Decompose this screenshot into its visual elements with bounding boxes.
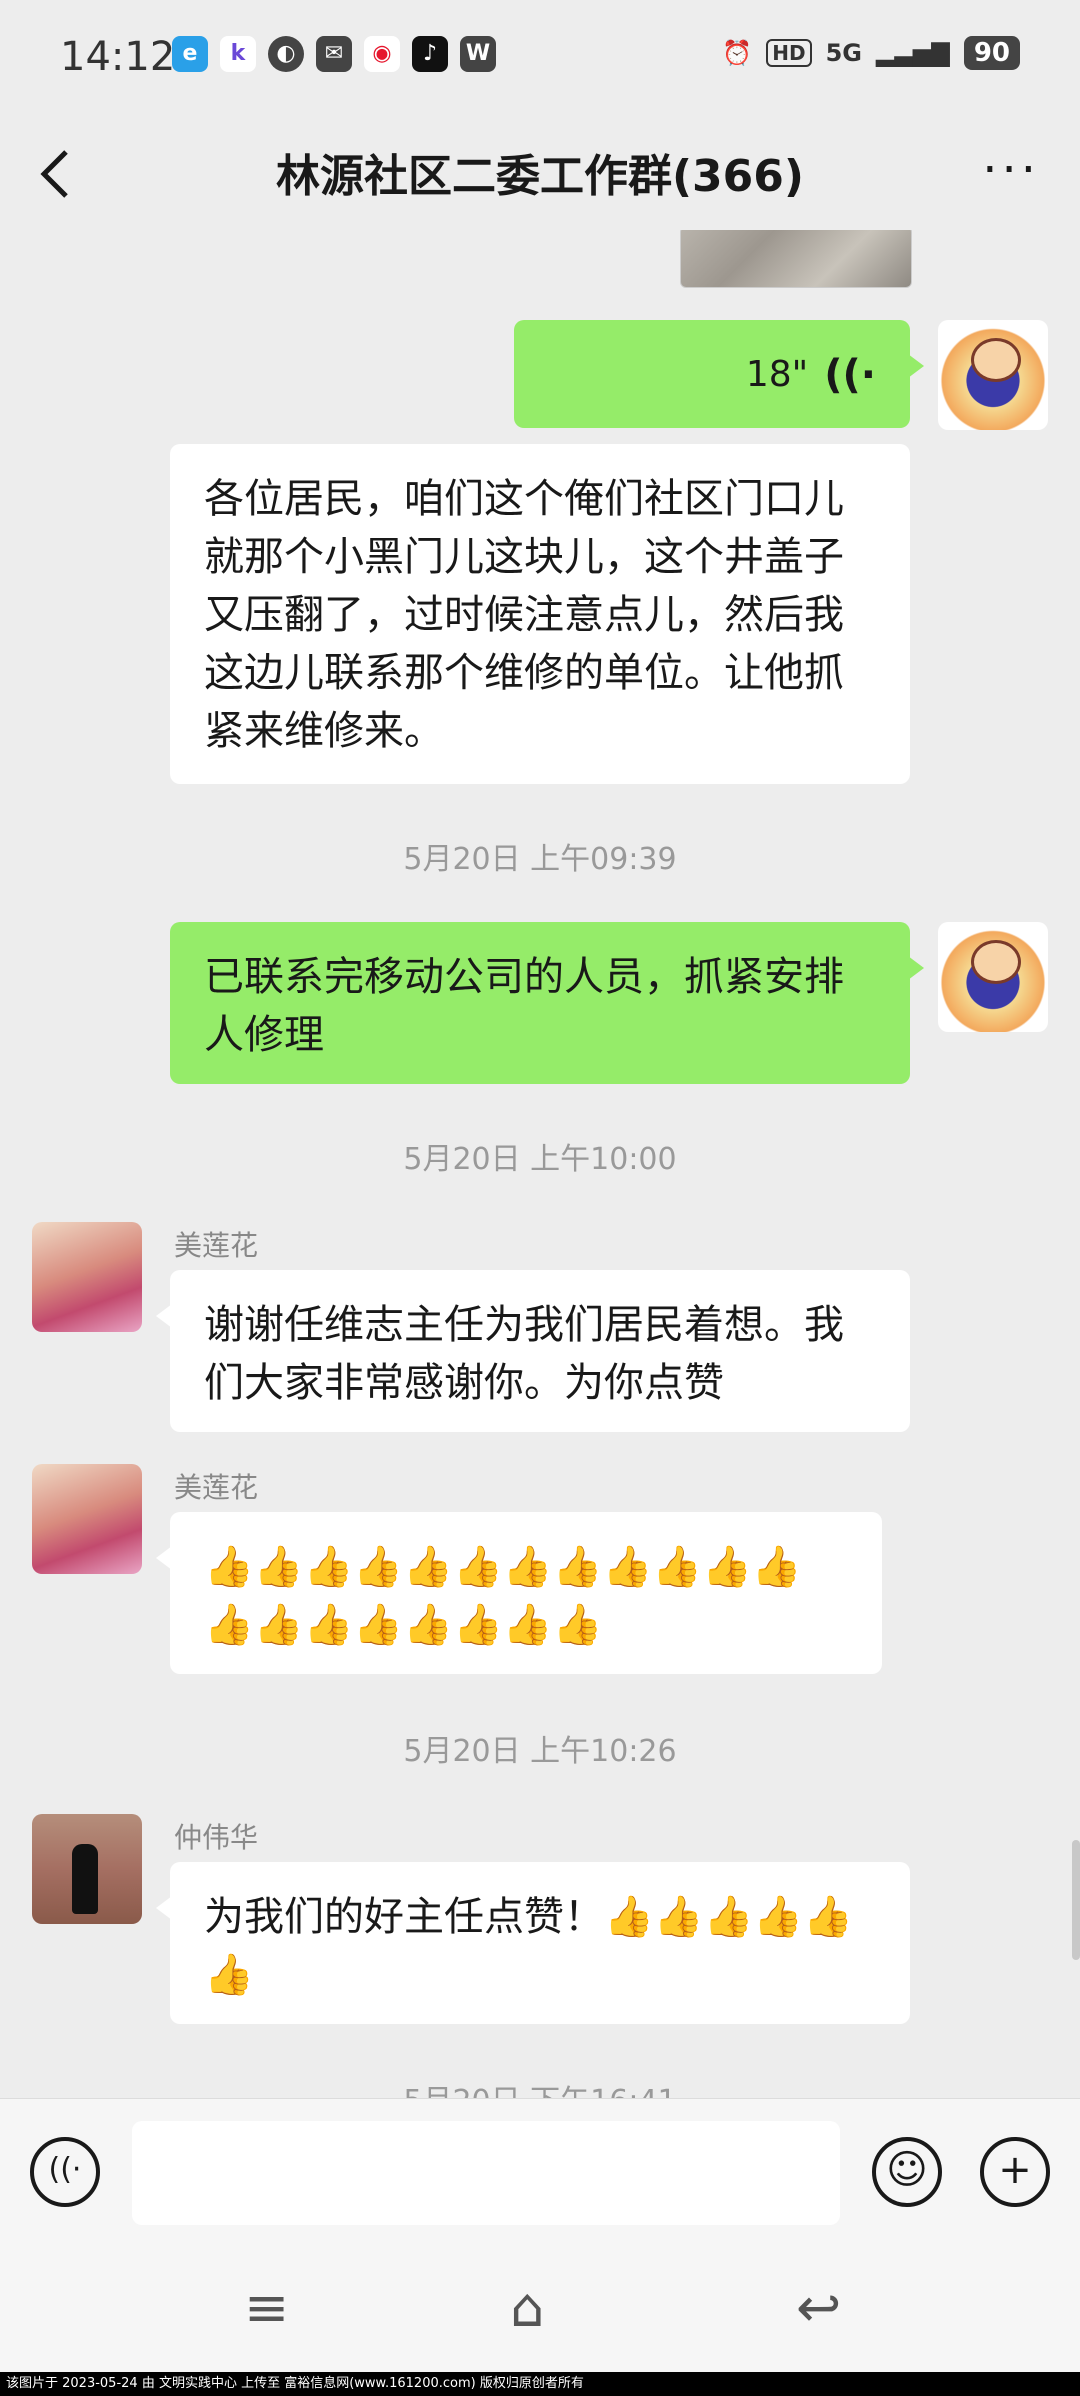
my-avatar[interactable] bbox=[938, 922, 1048, 1032]
mail-app-icon: ✉ bbox=[316, 36, 352, 72]
avatar-meilianhua[interactable] bbox=[32, 1222, 142, 1332]
sender-name: 美莲花 bbox=[174, 1471, 259, 1504]
voice-transcript-bubble[interactable]: 各位居民，咱们这个俺们社区门口儿就那个小黑门儿这块儿，这个井盖子又压翻了，过时候… bbox=[170, 444, 910, 784]
timestamp: 5月20日 上午10:00 bbox=[403, 1142, 677, 1177]
hd-badge: HD bbox=[766, 39, 812, 67]
signal-icon: ▂▃▅▇ bbox=[875, 39, 950, 67]
message-input[interactable] bbox=[132, 2121, 840, 2225]
status-bar: 14:12 e k ◐ ✉ ◉ ♪ W ⏰ HD 5G ▂▃▅▇ 90 bbox=[0, 0, 1080, 120]
status-time: 14:12 bbox=[60, 34, 176, 80]
message-bubble-sent[interactable]: 已联系完移动公司的人员，抓紧安排人修理 bbox=[170, 922, 924, 1084]
wps-app-icon: W bbox=[460, 36, 496, 72]
sender-name: 美莲花 bbox=[174, 1229, 259, 1262]
message-bubble-received[interactable]: 👍👍👍👍👍👍👍👍👍👍👍👍👍👍👍👍👍👍👍👍 bbox=[156, 1512, 882, 1674]
avatar-meilianhua[interactable] bbox=[32, 1464, 142, 1574]
voice-duration: 18" bbox=[745, 354, 809, 395]
message-bubble-received[interactable]: 谢谢任维志主任为我们居民着想。我们大家非常感谢你。为你点赞 bbox=[156, 1270, 910, 1432]
voice-wave-icon: ((· bbox=[824, 352, 876, 398]
network-indicator: 5G bbox=[825, 39, 862, 67]
input-bar: ((· ☺ + bbox=[0, 2098, 1080, 2255]
more-options-button[interactable]: ··· bbox=[982, 142, 1040, 198]
status-right: ⏰ HD 5G ▂▃▅▇ 90 bbox=[722, 36, 1020, 70]
message-bubble-received[interactable]: 为我们的好主任点赞！👍👍👍👍👍👍 bbox=[156, 1862, 910, 2024]
timestamp: 5月20日 下午16:41 bbox=[0, 2076, 1080, 2098]
weibo-app-icon: ◉ bbox=[364, 36, 400, 72]
plus-icon[interactable]: + bbox=[980, 2137, 1050, 2207]
emoji-icon[interactable]: ☺ bbox=[872, 2137, 942, 2207]
avatar-zhongweihua[interactable] bbox=[32, 1814, 142, 1924]
back-nav-icon[interactable]: ↩ bbox=[796, 2276, 841, 2339]
browser-app-icon: e bbox=[172, 36, 208, 72]
chat-header: 林源社区二委工作群(366) ··· bbox=[0, 120, 1080, 230]
home-icon[interactable]: ⌂ bbox=[510, 2276, 544, 2339]
battery-indicator: 90 bbox=[963, 36, 1020, 70]
voice-input-icon[interactable]: ((· bbox=[30, 2137, 100, 2207]
system-navigation-bar: ≡ ⌂ ↩ bbox=[0, 2254, 1080, 2372]
k-app-icon: k bbox=[220, 36, 256, 72]
compass-app-icon: ◐ bbox=[268, 36, 304, 72]
message-list[interactable]: 18" ((· 各位居民，咱们这个俺们社区门口儿就那个小黑门儿这块儿，这个井盖子… bbox=[0, 230, 1080, 2098]
scrollbar[interactable] bbox=[1072, 1840, 1080, 1960]
sender-name: 仲伟华 bbox=[174, 1821, 259, 1854]
voice-message-bubble[interactable]: 18" ((· bbox=[514, 320, 924, 428]
chat-title: 林源社区二委工作群(366) bbox=[275, 151, 805, 202]
tiktok-app-icon: ♪ bbox=[412, 36, 448, 72]
alarm-icon: ⏰ bbox=[722, 39, 753, 67]
recents-icon[interactable]: ≡ bbox=[244, 2276, 289, 2339]
watermark-footer: 该图片于 2023-05-24 由 文明实践中心 上传至 富裕信息网(www.1… bbox=[0, 2372, 1080, 2396]
timestamp: 5月20日 上午10:26 bbox=[403, 1734, 677, 1769]
timestamp: 5月20日 上午09:39 bbox=[403, 842, 677, 877]
status-app-icons: e k ◐ ✉ ◉ ♪ W bbox=[172, 36, 496, 72]
image-message-thumbnail[interactable] bbox=[680, 230, 912, 288]
my-avatar[interactable] bbox=[938, 320, 1048, 430]
